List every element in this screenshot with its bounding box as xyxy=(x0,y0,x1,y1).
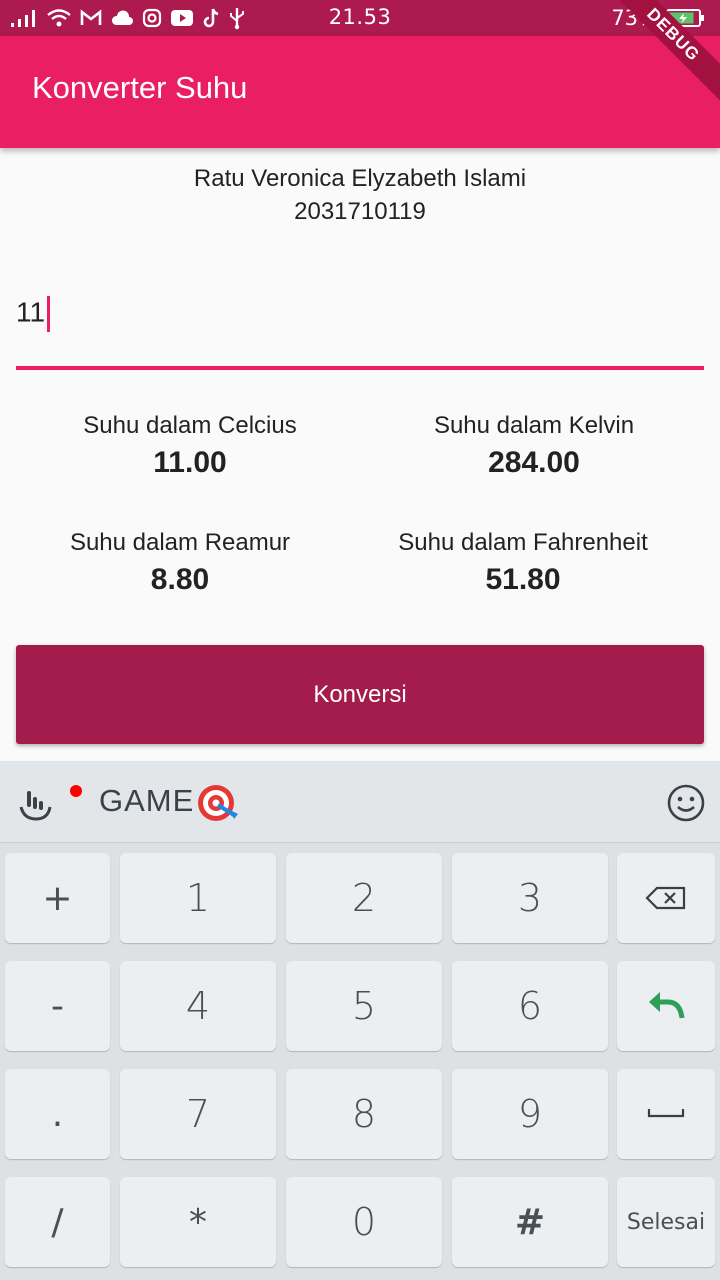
fahrenheit-value: 51.80 xyxy=(485,563,561,596)
reamur-value: 8.80 xyxy=(150,563,210,596)
student-nim: 2031710119 xyxy=(294,198,426,225)
text-caret xyxy=(47,296,51,332)
key-enter[interactable] xyxy=(617,961,715,1051)
celcius-value: 11.00 xyxy=(153,446,227,479)
key-0[interactable]: 0 xyxy=(286,1177,442,1267)
emoji-icon[interactable] xyxy=(666,783,706,823)
result-fahrenheit: Suhu dalam Fahrenheit 51.80 xyxy=(343,526,703,600)
kelvin-label: Suhu dalam Kelvin xyxy=(433,412,635,439)
result-reamur: Suhu dalam Reamur 8.80 xyxy=(0,526,360,600)
temperature-input[interactable]: 11 xyxy=(16,290,704,370)
convert-button[interactable]: Konversi xyxy=(16,645,704,744)
enter-arrow-icon xyxy=(649,992,685,1019)
key-done[interactable]: Selesai xyxy=(617,1177,715,1267)
key-slash[interactable]: / xyxy=(5,1177,110,1267)
keyboard: GAME + 1 2 3 - 4 5 6 . 7 8 9 / * 0 # Sel… xyxy=(0,761,720,1280)
key-6[interactable]: 6 xyxy=(452,961,608,1051)
key-2[interactable]: 2 xyxy=(286,853,442,943)
space-icon xyxy=(647,1109,685,1118)
student-name: Ratu Veronica Elyzabeth Islami xyxy=(193,165,527,192)
keyboard-logo-icon[interactable] xyxy=(16,785,54,823)
game-label[interactable]: GAME xyxy=(99,783,194,819)
key-1[interactable]: 1 xyxy=(120,853,276,943)
key-star[interactable]: * xyxy=(120,1177,276,1267)
key-7[interactable]: 7 xyxy=(120,1069,276,1159)
notification-dot xyxy=(70,785,82,797)
key-3[interactable]: 3 xyxy=(452,853,608,943)
input-value-wrap[interactable]: 11 xyxy=(16,296,51,332)
kelvin-value: 284.00 xyxy=(488,446,580,479)
keyboard-toolbar: GAME xyxy=(0,761,720,843)
debug-banner-clip: DEBUG xyxy=(560,0,720,148)
result-kelvin: Suhu dalam Kelvin 284.00 xyxy=(354,409,714,483)
key-backspace[interactable] xyxy=(617,853,715,943)
identity-block: Ratu Veronica Elyzabeth Islami 203171011… xyxy=(0,162,720,228)
key-5[interactable]: 5 xyxy=(286,961,442,1051)
key-8[interactable]: 8 xyxy=(286,1069,442,1159)
target-icon[interactable] xyxy=(196,781,242,825)
key-9[interactable]: 9 xyxy=(452,1069,608,1159)
reamur-label: Suhu dalam Reamur xyxy=(69,529,291,556)
key-hash[interactable]: # xyxy=(452,1177,608,1267)
debug-banner: DEBUG xyxy=(603,0,720,105)
key-4[interactable]: 4 xyxy=(120,961,276,1051)
result-celcius: Suhu dalam Celcius 11.00 xyxy=(10,409,370,483)
input-value: 11 xyxy=(16,296,46,328)
key-minus[interactable]: - xyxy=(5,961,110,1051)
fahrenheit-label: Suhu dalam Fahrenheit xyxy=(398,529,648,556)
backspace-icon xyxy=(645,886,686,910)
app-title: Konverter Suhu xyxy=(32,70,248,105)
celcius-label: Suhu dalam Celcius xyxy=(83,412,297,439)
key-dot[interactable]: . xyxy=(5,1069,110,1159)
key-plus[interactable]: + xyxy=(5,853,110,943)
key-space[interactable] xyxy=(617,1069,715,1159)
